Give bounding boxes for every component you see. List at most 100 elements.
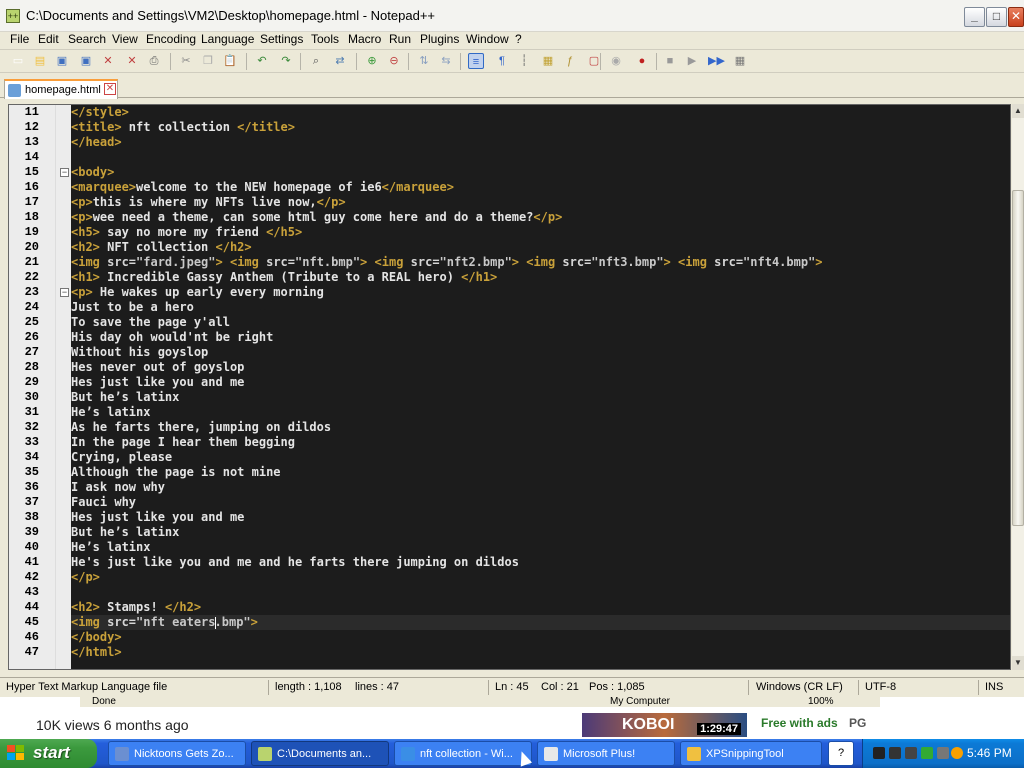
new-file-icon[interactable]: ▭ <box>10 53 26 69</box>
close-icon[interactable]: ✕ <box>100 53 116 69</box>
scrollbar-thumb[interactable] <box>1012 190 1024 526</box>
tray-search-icon[interactable] <box>951 747 963 759</box>
copy-icon[interactable]: ❐ <box>200 53 216 69</box>
code-line[interactable]: But he’s latinx <box>71 390 179 405</box>
menu-search[interactable]: Search <box>68 32 106 48</box>
save-all-icon[interactable]: ▣ <box>78 53 94 69</box>
tab-homepage-html[interactable]: homepage.html ✕ <box>4 79 118 99</box>
save-icon[interactable]: ▣ <box>54 53 70 69</box>
minimize-button[interactable]: _ <box>964 7 985 27</box>
tray-network2-icon[interactable] <box>889 747 901 759</box>
code-line[interactable]: <h2> Stamps! </h2> <box>71 600 201 615</box>
code-line[interactable]: Hes just like you and me <box>71 375 244 390</box>
zoom-in-icon[interactable]: ⊕ <box>364 53 380 69</box>
close-all-icon[interactable]: ✕ <box>124 53 140 69</box>
menu-settings[interactable]: Settings <box>260 32 303 48</box>
redo-icon[interactable]: ↷ <box>278 53 294 69</box>
code-line[interactable]: <h1> Incredible Gassy Anthem (Tribute to… <box>71 270 497 285</box>
menu-plugins[interactable]: Plugins <box>420 32 459 48</box>
code-line[interactable]: <body> <box>71 165 114 180</box>
paste-icon[interactable]: 📋 <box>222 53 238 69</box>
find-icon[interactable]: ⌕ <box>308 53 324 69</box>
taskbar-button[interactable]: Nicktoons Gets Zo... <box>108 741 246 766</box>
menu-file[interactable]: File <box>10 32 29 48</box>
code-line[interactable]: <img src="nft eaters.bmp"> <box>71 615 1010 630</box>
menu-view[interactable]: View <box>112 32 138 48</box>
zoom-out-icon[interactable]: ⊖ <box>386 53 402 69</box>
word-wrap-icon[interactable]: ≡ <box>468 53 484 69</box>
code-line[interactable]: Hes just like you and me <box>71 510 244 525</box>
code-line[interactable]: </p> <box>71 570 100 585</box>
code-line[interactable]: Fauci why <box>71 495 136 510</box>
code-editor[interactable]: 11 12 13 14 15 16 17 18 19 20 21 22 23 24 25 26 27 28 29 30… <box>8 104 1011 670</box>
tray-network-icon[interactable] <box>873 747 885 759</box>
close-button[interactable]: ✕ <box>1008 7 1024 27</box>
replace-icon[interactable]: ⇄ <box>332 53 348 69</box>
start-button[interactable]: start <box>0 739 97 768</box>
menu-encoding[interactable]: Encoding <box>146 32 196 48</box>
menu-macro[interactable]: Macro <box>348 32 381 48</box>
code-line[interactable]: His day oh would'nt be right <box>71 330 273 345</box>
tray-volume-icon[interactable] <box>937 747 949 759</box>
open-file-icon[interactable]: ▤ <box>32 53 48 69</box>
code-line[interactable]: He's just like you and me and he farts t… <box>71 555 519 570</box>
code-line[interactable]: </html> <box>71 645 122 660</box>
help-icon[interactable]: ? <box>828 741 854 766</box>
menu-window[interactable]: Window <box>466 32 509 48</box>
code-line[interactable]: <img src="fard.jpeg"> <img src="nft.bmp"… <box>71 255 823 270</box>
code-line[interactable]: Crying, please <box>71 450 172 465</box>
code-line[interactable]: <h5> say no more my friend </h5> <box>71 225 302 240</box>
code-line[interactable]: <title> nft collection </title> <box>71 120 295 135</box>
code-line[interactable]: In the page I hear them begging <box>71 435 295 450</box>
title-bar[interactable]: ++ C:\Documents and Settings\VM2\Desktop… <box>0 0 1024 32</box>
macro-stop-icon[interactable]: ■ <box>662 53 678 69</box>
undo-icon[interactable]: ↶ <box>254 53 270 69</box>
menu-run[interactable]: Run <box>389 32 411 48</box>
code-line[interactable]: He’s latinx <box>71 405 150 420</box>
code-line[interactable]: To save the page y'all <box>71 315 230 330</box>
code-line[interactable]: As he farts there, jumping on dildos <box>71 420 331 435</box>
code-area[interactable]: </style> <title> nft collection </title> <… <box>71 105 1010 669</box>
fold-margin[interactable]: − − <box>55 105 71 669</box>
code-line[interactable]: He’s latinx <box>71 540 150 555</box>
function-list-icon[interactable]: ƒ <box>562 53 578 69</box>
video-thumbnail[interactable]: KOBOI 1:29:47 <box>582 713 747 737</box>
macro-save-icon[interactable]: ▦ <box>732 53 748 69</box>
indent-guide-icon[interactable]: ┆ <box>516 53 532 69</box>
macro-play-multiple-icon[interactable]: ▶▶ <box>708 53 725 69</box>
macro-record-icon[interactable]: ● <box>634 53 650 69</box>
menu-tools[interactable]: Tools <box>311 32 339 48</box>
vertical-scrollbar[interactable]: ▲ ▼ <box>1012 104 1024 670</box>
code-line[interactable]: I ask now why <box>71 480 165 495</box>
fold-toggle-icon[interactable]: − <box>60 168 69 177</box>
code-line[interactable]: </head> <box>71 135 122 150</box>
macro-play-icon[interactable]: ▶ <box>684 53 700 69</box>
code-line[interactable]: <h2> NFT collection </h2> <box>71 240 252 255</box>
show-all-chars-icon[interactable]: ¶ <box>494 53 510 69</box>
ie-zoom[interactable]: 100% <box>808 696 834 707</box>
code-line[interactable]: Although the page is not mine <box>71 465 281 480</box>
code-line[interactable]: <marquee>welcome to the NEW homepage of … <box>71 180 454 195</box>
scroll-up-arrow-icon[interactable]: ▲ <box>1012 104 1024 118</box>
code-line[interactable]: But he’s latinx <box>71 525 179 540</box>
menu-language[interactable]: Language <box>201 32 254 48</box>
taskbar-button[interactable]: C:\Documents an... <box>251 741 389 766</box>
taskbar-button[interactable]: nft collection - Wi... <box>394 741 532 766</box>
taskbar-button[interactable]: XPSnippingTool <box>680 741 822 766</box>
menu-edit[interactable]: Edit <box>38 32 59 48</box>
document-map-icon[interactable]: ▦ <box>540 53 556 69</box>
monitoring-icon[interactable]: ◉ <box>608 53 624 69</box>
code-line[interactable]: Without his goyslop <box>71 345 208 360</box>
cut-icon[interactable]: ✂ <box>178 53 194 69</box>
code-line[interactable]: Just to be a hero <box>71 300 194 315</box>
tab-close-icon[interactable]: ✕ <box>104 83 116 95</box>
maximize-button[interactable]: □ <box>986 7 1007 27</box>
taskbar-button[interactable]: Microsoft Plus! <box>537 741 675 766</box>
code-line[interactable]: </body> <box>71 630 122 645</box>
sync-vertical-icon[interactable]: ⇅ <box>416 53 432 69</box>
tray-network3-icon[interactable] <box>905 747 917 759</box>
scroll-down-arrow-icon[interactable]: ▼ <box>1012 656 1024 670</box>
code-line[interactable]: Hes never out of goyslop <box>71 360 244 375</box>
clock[interactable]: 5:46 PM <box>967 746 1012 760</box>
code-line[interactable]: </style> <box>71 105 129 120</box>
